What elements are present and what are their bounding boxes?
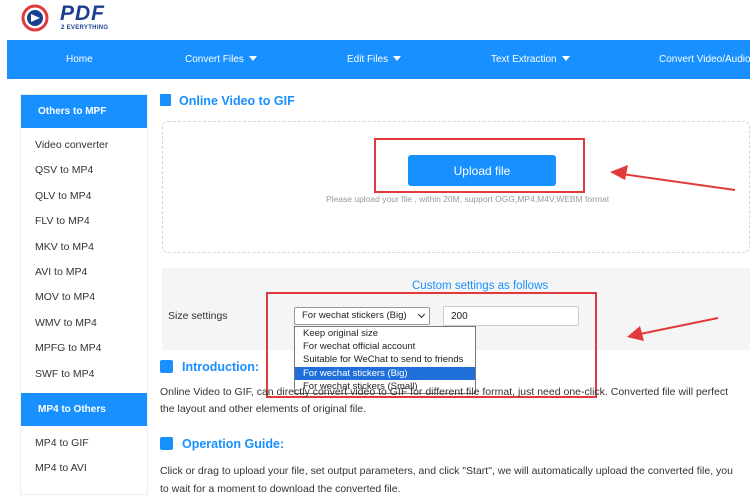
sidebar-item[interactable]: MKV to MP4: [21, 235, 147, 260]
main-nav: Home Convert Files Edit Files Text Extra…: [7, 40, 750, 79]
operation-guide-heading: Operation Guide:: [160, 437, 284, 451]
title-marker-icon: [160, 94, 171, 106]
operation-guide-text: Click or drag to upload your file, set o…: [160, 465, 733, 477]
chevron-down-icon: [393, 56, 402, 61]
custom-settings-link[interactable]: Custom settings as follows: [412, 280, 548, 292]
operation-guide-text: to wait for a moment to download the con…: [160, 483, 401, 495]
page-title: Online Video to GIF: [160, 94, 295, 108]
sidebar-item[interactable]: Video converter: [21, 133, 147, 158]
sidebar-item[interactable]: MPFG to MP4: [21, 336, 147, 361]
sidebar-item[interactable]: MP4 to AVI: [21, 456, 147, 481]
nav-item-text-extraction[interactable]: Text Extraction: [491, 40, 570, 79]
chevron-down-icon: [561, 56, 570, 61]
nav-item-home[interactable]: Home: [66, 40, 93, 79]
sidebar-item[interactable]: SWF to MP4: [21, 362, 147, 387]
chevron-down-icon: [248, 56, 257, 61]
introduction-text: the layout and other elements of origina…: [160, 403, 367, 415]
logo-text[interactable]: PDF: [60, 2, 105, 26]
sidebar-item[interactable]: QLV to MP4: [21, 184, 147, 209]
guide-icon: [160, 437, 173, 450]
sidebar: Others to MPF Video converter QSV to MP4…: [20, 94, 148, 495]
sidebar-item[interactable]: FLV to MP4: [21, 209, 147, 234]
size-settings-label: Size settings: [168, 310, 228, 322]
sidebar-section-others-to-mp4: Others to MPF: [21, 95, 147, 128]
sidebar-item[interactable]: MOV to MP4: [21, 285, 147, 310]
logo-icon[interactable]: [20, 2, 50, 36]
nav-item-convert-files[interactable]: Convert Files: [185, 40, 257, 79]
site-header: PDF 2 EVERYTHING: [0, 0, 750, 40]
sidebar-item[interactable]: QSV to MP4: [21, 158, 147, 183]
sidebar-section-mp4-to-others: MP4 to Others: [21, 392, 147, 426]
document-icon: [160, 360, 173, 373]
logo-subtext: 2 EVERYTHING: [61, 25, 109, 31]
sidebar-item[interactable]: MP4 to GIF: [21, 431, 147, 456]
sidebar-item[interactable]: AVI to MP4: [21, 260, 147, 285]
upload-hint: Please upload your file , within 20M, su…: [326, 194, 610, 204]
nav-item-edit-files[interactable]: Edit Files: [347, 40, 402, 79]
introduction-heading: Introduction:: [160, 360, 259, 374]
annotation-highlight-box: [374, 138, 585, 193]
sidebar-item[interactable]: WMV to MP4: [21, 311, 147, 336]
nav-item-convert-video-audio[interactable]: Convert Video/Audio: [659, 40, 750, 79]
